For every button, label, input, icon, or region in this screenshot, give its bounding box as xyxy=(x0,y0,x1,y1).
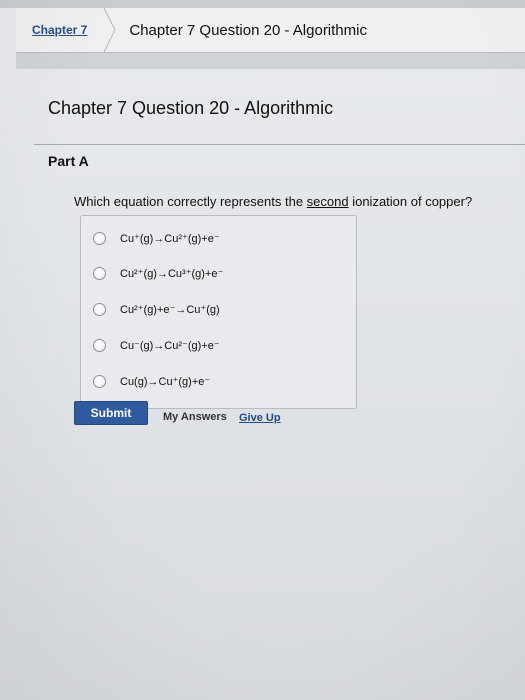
question-text-start: Which equation correctly represents the xyxy=(74,194,307,209)
radio-button[interactable] xyxy=(93,266,106,280)
option-5[interactable]: Cu(g)→Cu⁺(g)+e⁻ xyxy=(93,370,210,392)
option-label[interactable]: Cu⁺(g)→Cu²⁺(g)+e⁻ xyxy=(120,232,220,245)
question-emphasis: second xyxy=(306,194,349,209)
submit-button[interactable]: Submit xyxy=(74,401,148,425)
breadcrumb-chapter-link[interactable]: Chapter 7 xyxy=(32,23,87,37)
title-divider xyxy=(34,144,525,145)
page-title: Chapter 7 Question 20 - Algorithmic xyxy=(48,98,334,118)
top-strip xyxy=(0,0,525,8)
question-panel: Chapter 7 Question 20 - Algorithmic Part… xyxy=(20,70,525,700)
breadcrumb-current: Chapter 7 Question 20 - Algorithmic xyxy=(129,21,367,39)
question-text: Which equation correctly represents the … xyxy=(74,194,472,209)
breadcrumb-separator-icon xyxy=(103,8,117,52)
answer-options: Cu⁺(g)→Cu²⁺(g)+e⁻ Cu²⁺(g)→Cu³⁺(g)+e⁻ Cu²… xyxy=(80,215,357,409)
question-text-end: ionization of copper? xyxy=(348,194,473,209)
part-label: Part A xyxy=(48,153,89,169)
radio-button[interactable] xyxy=(93,338,106,352)
radio-button[interactable] xyxy=(93,231,106,245)
option-2[interactable]: Cu²⁺(g)→Cu³⁺(g)+e⁻ xyxy=(93,262,223,284)
radio-button[interactable] xyxy=(93,374,106,388)
header-band xyxy=(16,53,525,69)
option-label[interactable]: Cu⁻(g)→Cu²⁻(g)+e⁻ xyxy=(120,339,220,352)
option-label[interactable]: Cu(g)→Cu⁺(g)+e⁻ xyxy=(120,375,210,388)
option-1[interactable]: Cu⁺(g)→Cu²⁺(g)+e⁻ xyxy=(93,227,220,249)
give-up-link[interactable]: Give Up xyxy=(239,412,281,424)
option-label[interactable]: Cu²⁺(g)→Cu³⁺(g)+e⁻ xyxy=(120,267,223,280)
my-answers-label: My Answers xyxy=(163,411,227,423)
breadcrumb: Chapter 7 Chapter 7 Question 20 - Algori… xyxy=(16,8,525,53)
option-label[interactable]: Cu²⁺(g)+e⁻→Cu⁺(g) xyxy=(120,303,220,316)
option-3[interactable]: Cu²⁺(g)+e⁻→Cu⁺(g) xyxy=(93,298,220,320)
option-4[interactable]: Cu⁻(g)→Cu²⁻(g)+e⁻ xyxy=(93,334,220,356)
page: Chapter 7 Chapter 7 Question 20 - Algori… xyxy=(0,0,525,700)
radio-button[interactable] xyxy=(93,302,106,316)
